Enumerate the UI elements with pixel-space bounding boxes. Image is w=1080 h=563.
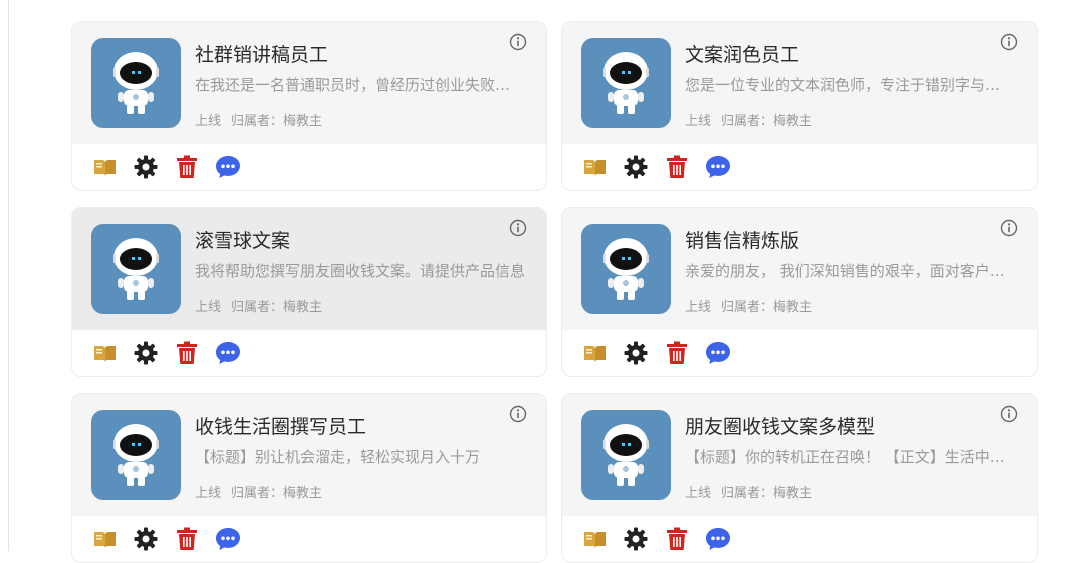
card-description: 我将帮助您撰写朋友圈收钱文案。请提供产品信息	[195, 262, 525, 280]
status-label: 上线	[685, 486, 712, 501]
card-actions	[92, 340, 241, 366]
card-meta: 上线 归属者：梅教主	[195, 110, 332, 129]
book-icon[interactable]	[92, 340, 118, 366]
card-meta: 上线 归属者：梅教主	[685, 482, 822, 501]
robot-avatar-icon	[581, 224, 671, 314]
card-title: 收钱生活圈撰写员工	[195, 416, 367, 438]
owner-label: 归属者：梅教主	[231, 486, 323, 501]
card-title: 销售信精炼版	[685, 230, 800, 252]
chat-bubble-icon[interactable]	[705, 154, 731, 180]
chat-bubble-icon[interactable]	[215, 340, 241, 366]
book-icon[interactable]	[582, 340, 608, 366]
card-actions	[582, 154, 731, 180]
robot-avatar-icon	[91, 38, 181, 128]
card-description: 在我还是一名普通职员时，曾经历过创业失败的痛苦，也曾被生活逼到绝境	[195, 76, 525, 94]
card-meta: 上线 归属者：梅教主	[685, 296, 822, 315]
card-meta: 上线 归属者：梅教主	[195, 296, 332, 315]
chat-bubble-icon[interactable]	[705, 526, 731, 552]
card-meta: 上线 归属者：梅教主	[195, 482, 332, 501]
card-header[interactable]: 文案润色员工 您是一位专业的文本润色师，专注于错别字与语句通顺的修改 上线归属者…	[562, 22, 1037, 144]
card-meta: 上线 归属者：梅教主	[685, 110, 822, 129]
employee-card[interactable]: 朋友圈收钱文案多模型 【标题】你的转机正在召唤！ 【正文】生活中的每一次选择 上…	[561, 393, 1038, 563]
left-divider	[8, 0, 9, 551]
info-icon[interactable]	[1000, 219, 1018, 237]
owner-label: 归属者：梅教主	[721, 114, 813, 129]
card-header[interactable]: 朋友圈收钱文案多模型 【标题】你的转机正在召唤！ 【正文】生活中的每一次选择 上…	[562, 394, 1037, 516]
card-actions	[582, 340, 731, 366]
employee-card[interactable]: 社群销讲稿员工 在我还是一名普通职员时，曾经历过创业失败的痛苦，也曾被生活逼到绝…	[71, 21, 547, 191]
gear-icon[interactable]	[133, 526, 159, 552]
book-icon[interactable]	[92, 526, 118, 552]
status-label: 上线	[195, 486, 222, 501]
owner-label: 归属者：梅教主	[721, 486, 813, 501]
info-icon[interactable]	[1000, 405, 1018, 423]
info-icon[interactable]	[509, 219, 527, 237]
card-title: 社群销讲稿员工	[195, 44, 329, 66]
book-icon[interactable]	[582, 154, 608, 180]
card-header[interactable]: 滚雪球文案 我将帮助您撰写朋友圈收钱文案。请提供产品信息 上线 归属者：梅教主	[72, 208, 546, 330]
status-label: 上线	[685, 114, 712, 129]
employee-card[interactable]: 滚雪球文案 我将帮助您撰写朋友圈收钱文案。请提供产品信息 上线 归属者：梅教主	[71, 207, 547, 377]
card-actions	[582, 526, 731, 552]
card-title: 朋友圈收钱文案多模型	[685, 416, 876, 438]
status-label: 上线	[195, 300, 222, 315]
robot-avatar-icon	[91, 410, 181, 500]
gear-icon[interactable]	[133, 154, 159, 180]
robot-avatar-icon	[581, 38, 671, 128]
trash-icon[interactable]	[664, 154, 690, 180]
card-description: 【标题】你的转机正在召唤！ 【正文】生活中的每一次选择	[685, 448, 1015, 466]
gear-icon[interactable]	[133, 340, 159, 366]
employee-card[interactable]: 收钱生活圈撰写员工 【标题】别让机会溜走，轻松实现月入十万 上线 归属者：梅教主	[71, 393, 547, 563]
trash-icon[interactable]	[664, 526, 690, 552]
owner-label: 归属者：梅教主	[231, 114, 323, 129]
employee-card[interactable]: 文案润色员工 您是一位专业的文本润色师，专注于错别字与语句通顺的修改 上线归属者…	[561, 21, 1038, 191]
trash-icon[interactable]	[174, 526, 200, 552]
card-description: 【标题】别让机会溜走，轻松实现月入十万	[195, 448, 481, 466]
book-icon[interactable]	[92, 154, 118, 180]
info-icon[interactable]	[1000, 33, 1018, 51]
chat-bubble-icon[interactable]	[215, 154, 241, 180]
info-icon[interactable]	[509, 33, 527, 51]
card-description: 您是一位专业的文本润色师，专注于错别字与语句通顺的修改	[685, 76, 1015, 94]
card-header[interactable]: 社群销讲稿员工 在我还是一名普通职员时，曾经历过创业失败的痛苦，也曾被生活逼到绝…	[72, 22, 546, 144]
robot-avatar-icon	[581, 410, 671, 500]
gear-icon[interactable]	[623, 154, 649, 180]
trash-icon[interactable]	[174, 340, 200, 366]
gear-icon[interactable]	[623, 340, 649, 366]
card-description: 亲爱的朋友， 我们深知销售的艰辛，面对客户的拒绝	[685, 262, 1015, 280]
gear-icon[interactable]	[623, 526, 649, 552]
robot-avatar-icon	[91, 224, 181, 314]
card-title: 文案润色员工	[685, 44, 800, 66]
trash-icon[interactable]	[664, 340, 690, 366]
card-actions	[92, 526, 241, 552]
owner-label: 归属者：梅教主	[231, 300, 323, 315]
status-label: 上线	[195, 114, 222, 129]
card-header[interactable]: 收钱生活圈撰写员工 【标题】别让机会溜走，轻松实现月入十万 上线 归属者：梅教主	[72, 394, 546, 516]
employee-card-grid: 社群销讲稿员工 在我还是一名普通职员时，曾经历过创业失败的痛苦，也曾被生活逼到绝…	[71, 21, 1038, 563]
owner-label: 归属者：梅教主	[721, 300, 813, 315]
info-icon[interactable]	[509, 405, 527, 423]
chat-bubble-icon[interactable]	[705, 340, 731, 366]
status-label: 上线	[685, 300, 712, 315]
card-actions	[92, 154, 241, 180]
card-header[interactable]: 销售信精炼版 亲爱的朋友， 我们深知销售的艰辛，面对客户的拒绝 上线 归属者：梅教…	[562, 208, 1037, 330]
card-title: 滚雪球文案	[195, 230, 291, 252]
book-icon[interactable]	[582, 526, 608, 552]
trash-icon[interactable]	[174, 154, 200, 180]
employee-card[interactable]: 销售信精炼版 亲爱的朋友， 我们深知销售的艰辛，面对客户的拒绝 上线 归属者：梅教…	[561, 207, 1038, 377]
chat-bubble-icon[interactable]	[215, 526, 241, 552]
